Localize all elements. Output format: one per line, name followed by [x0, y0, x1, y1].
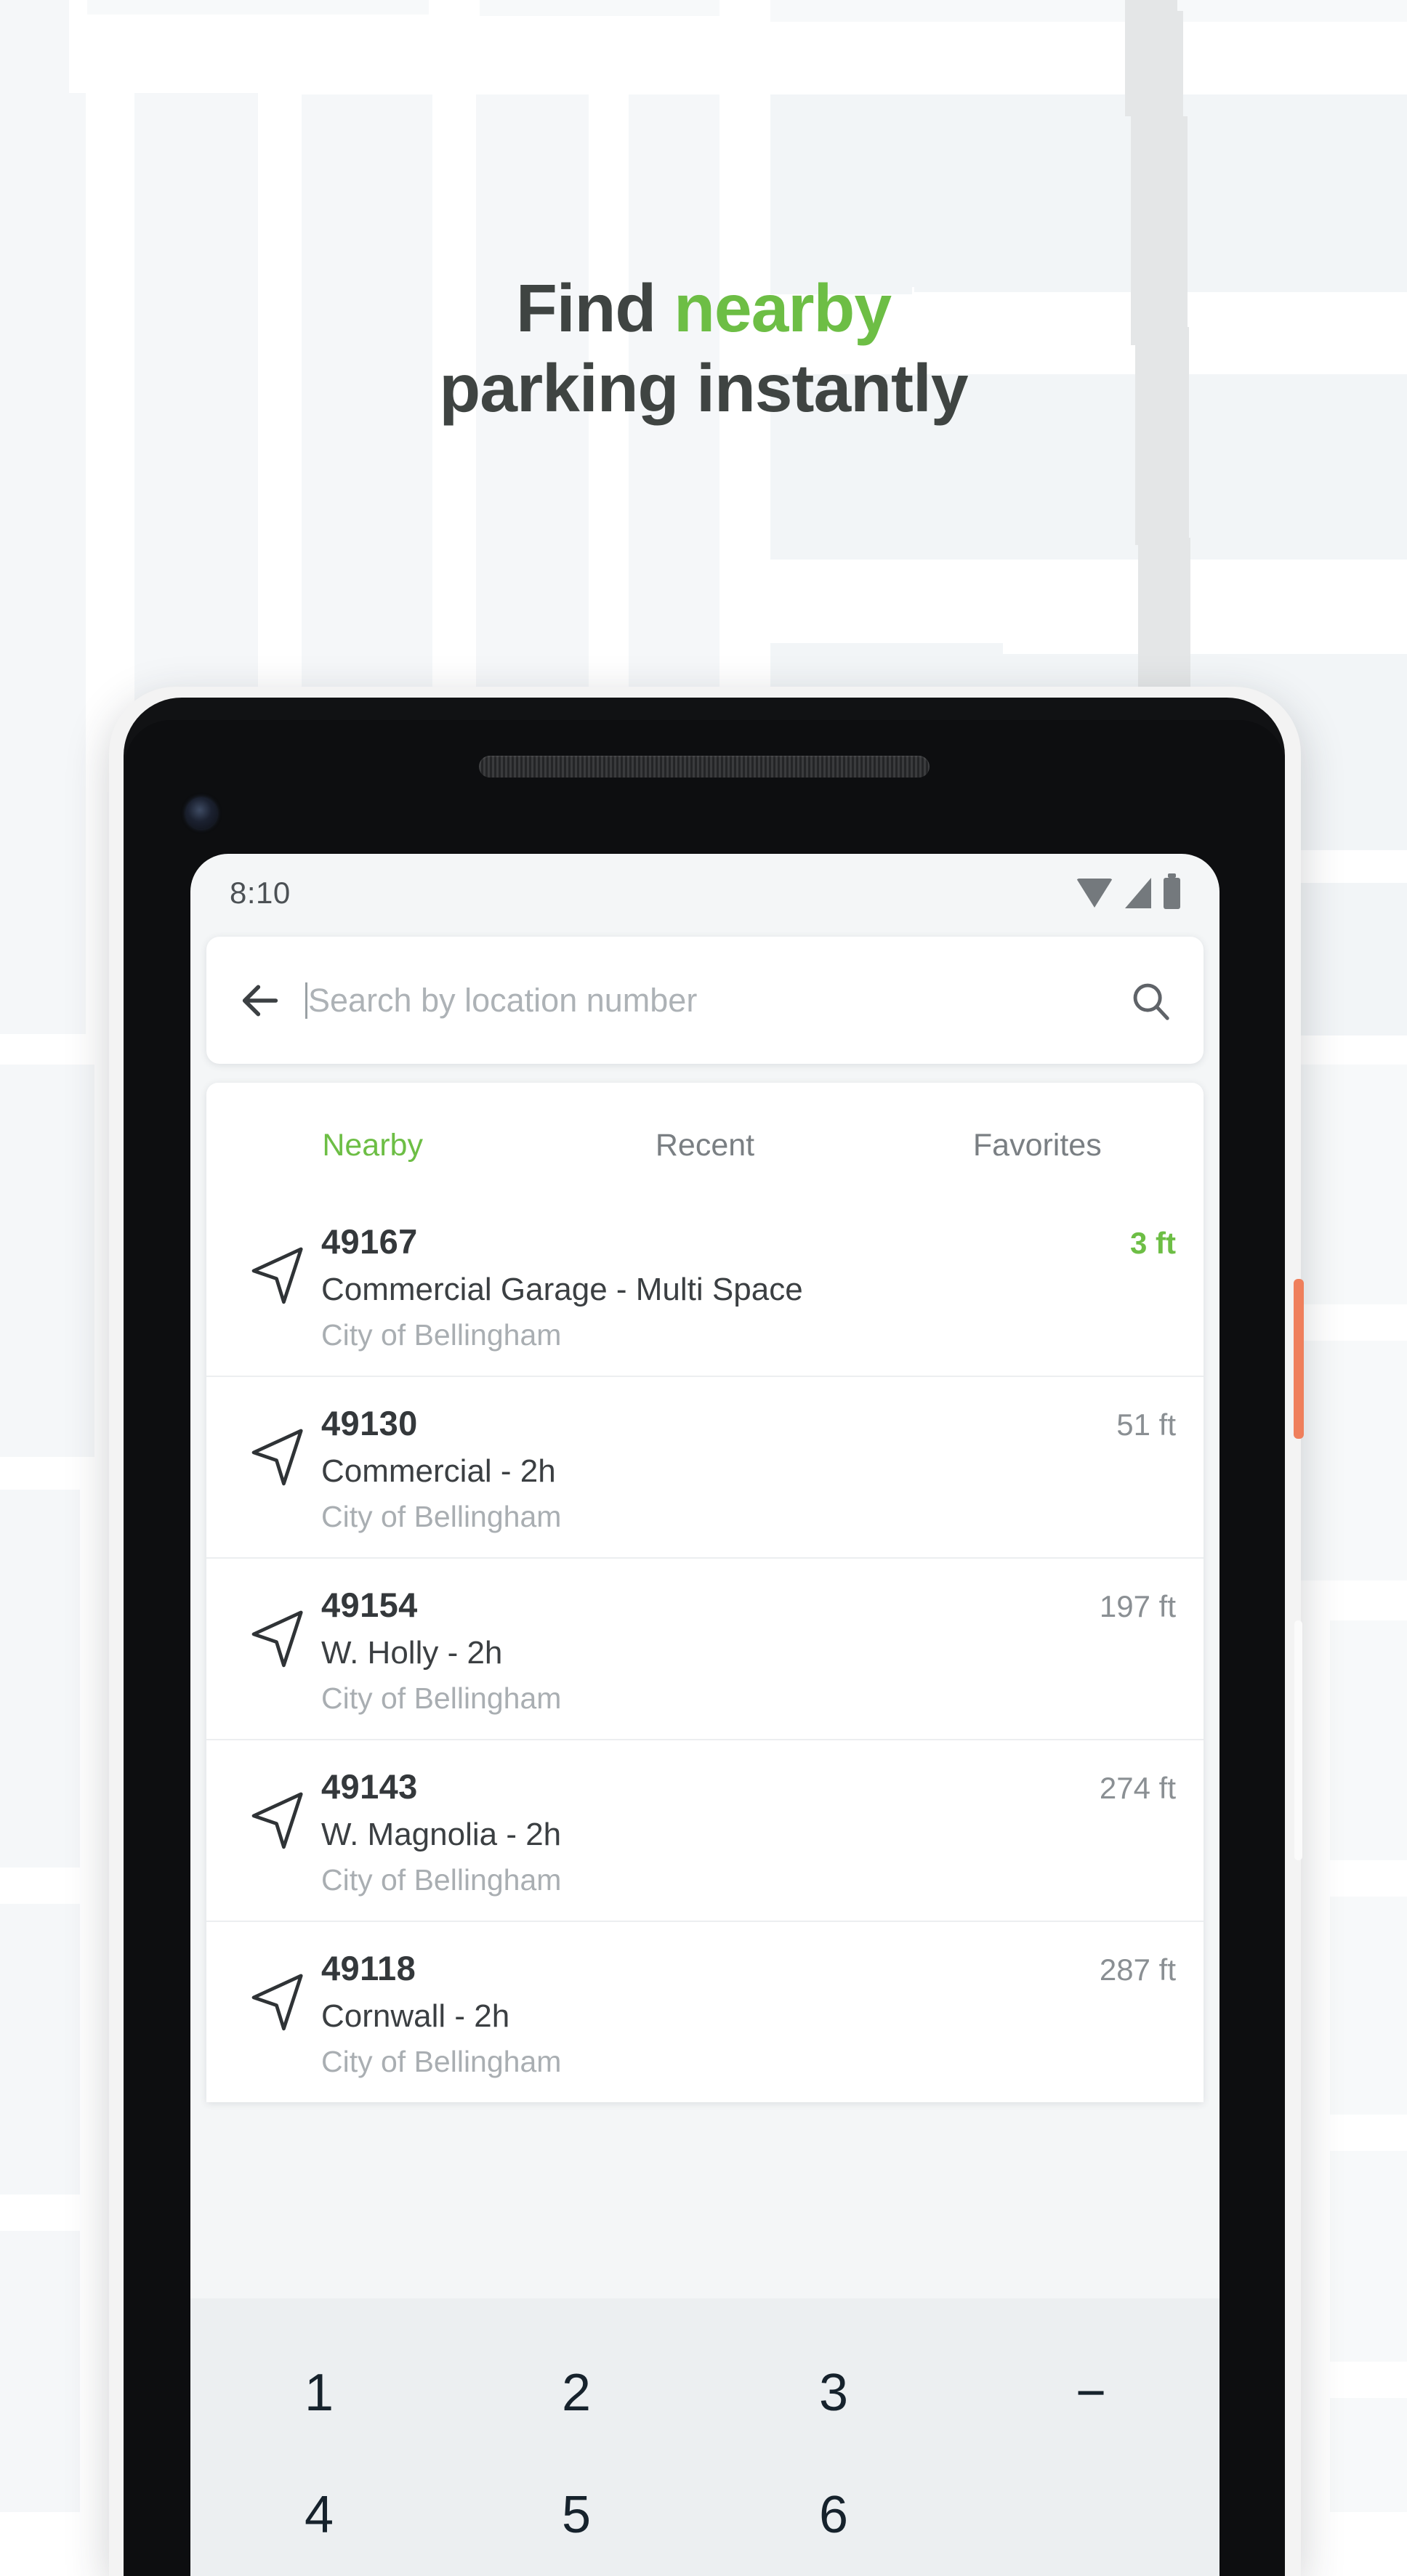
key-minus[interactable]: − [962, 2332, 1219, 2454]
navigation-arrow-icon [251, 1247, 303, 1304]
map-block [480, 0, 719, 16]
distance-label: 3 ft [1130, 1226, 1176, 1260]
row-navigation-icon [234, 1765, 321, 1854]
navigation-arrow-icon [251, 1792, 303, 1849]
row-navigation-icon [234, 1947, 321, 2035]
distance-label: 51 ft [1116, 1408, 1176, 1442]
battery-icon [1164, 873, 1180, 909]
earpiece-speaker-icon [479, 756, 930, 778]
map-block [1330, 1620, 1407, 1860]
table-row[interactable]: 49130 Commercial - 2h City of Bellingham 51… [206, 1376, 1204, 1557]
status-time: 8:10 [230, 876, 291, 910]
row-content: 49118 Cornwall - 2h City of Bellingham [321, 1947, 1100, 2079]
location-number: 49143 [321, 1767, 418, 1806]
location-description: Cornwall - 2h [321, 1998, 510, 2034]
status-icons [1076, 873, 1180, 909]
map-block [770, 0, 1407, 22]
location-operator: City of Bellingham [321, 1500, 562, 1533]
location-operator: City of Bellingham [321, 1681, 562, 1715]
tab-favorites-label: Favorites [972, 1128, 1102, 1163]
results-list: 49167 Commercial Garage - Multi Space City… [206, 1195, 1204, 2102]
headline-line-1: Find nearby [0, 269, 1407, 349]
navigation-arrow-icon [251, 1974, 303, 2031]
key-4[interactable]: 4 [190, 2454, 448, 2576]
key-5[interactable]: 5 [448, 2454, 705, 2576]
tab-bar: Nearby Recent Favorites [206, 1083, 1204, 1195]
row-content: 49167 Commercial Garage - Multi Space City… [321, 1220, 1130, 1352]
distance-label: 274 ft [1099, 1771, 1176, 1805]
headline-line-2: parking instantly [439, 350, 968, 426]
map-block [0, 1490, 80, 1868]
key-2[interactable]: 2 [448, 2332, 705, 2454]
key-1[interactable]: 1 [190, 2332, 448, 2454]
tab-recent[interactable]: Recent [539, 1083, 871, 1195]
location-number: 49118 [321, 1949, 416, 1987]
row-content: 49130 Commercial - 2h City of Bellingham [321, 1402, 1116, 1534]
location-operator: City of Bellingham [321, 2045, 562, 2078]
tab-nearby-label: Nearby [322, 1128, 423, 1163]
navigation-arrow-icon [251, 1429, 303, 1486]
table-row[interactable]: 49154 W. Holly - 2h City of Bellingham 197 … [206, 1557, 1204, 1739]
tab-favorites[interactable]: Favorites [871, 1083, 1204, 1195]
distance-label: 197 ft [1099, 1589, 1176, 1623]
front-camera-icon [185, 797, 217, 829]
cell-signal-icon [1125, 878, 1151, 908]
page-headline: Find nearby parking instantly [0, 269, 1407, 428]
navigation-arrow-icon [251, 1610, 303, 1668]
phone-screen: 8:10 Search by location number Nearby Re… [190, 854, 1219, 2576]
tab-nearby[interactable]: Nearby [206, 1083, 539, 1195]
back-arrow-icon[interactable] [237, 977, 283, 1024]
table-row[interactable]: 49118 Cornwall - 2h City of Bellingham 287 … [206, 1921, 1204, 2102]
wifi-icon [1076, 879, 1113, 908]
key-6[interactable]: 6 [705, 2454, 962, 2576]
location-description: Commercial - 2h [321, 1453, 556, 1489]
map-block [1330, 1897, 1407, 2115]
search-icon[interactable] [1128, 978, 1173, 1023]
row-content: 49143 W. Magnolia - 2h City of Bellingham [321, 1765, 1100, 1897]
location-operator: City of Bellingham [321, 1318, 562, 1352]
search-placeholder: Search by location number [308, 981, 698, 1019]
distance-label: 287 ft [1099, 1953, 1176, 1987]
location-description: Commercial Garage - Multi Space [321, 1272, 803, 1307]
map-block [1330, 2398, 1407, 2512]
row-navigation-icon [234, 1220, 321, 1309]
status-bar: 8:10 [190, 854, 1219, 932]
map-block [0, 1904, 80, 2195]
keyboard-row: 456 [190, 2454, 1219, 2576]
location-number: 49130 [321, 1404, 418, 1442]
map-block [1330, 2151, 1407, 2362]
phone-mockup: 8:10 Search by location number Nearby Re… [109, 687, 1304, 2576]
row-content: 49154 W. Holly - 2h City of Bellingham [321, 1583, 1100, 1716]
power-button[interactable] [1294, 1279, 1304, 1439]
table-row[interactable]: 49143 W. Magnolia - 2h City of Bellingham 2… [206, 1739, 1204, 1921]
location-description: W. Holly - 2h [321, 1635, 503, 1671]
headline-accent: nearby [674, 270, 892, 346]
tab-recent-label: Recent [655, 1128, 755, 1163]
map-block [87, 0, 429, 15]
map-block [0, 0, 69, 98]
search-input[interactable]: Search by location number [305, 982, 1115, 1020]
location-operator: City of Bellingham [321, 1863, 562, 1897]
key-blank [962, 2454, 1219, 2576]
map-block [0, 2231, 80, 2512]
row-navigation-icon [234, 1402, 321, 1490]
table-row[interactable]: 49167 Commercial Garage - Multi Space City… [206, 1195, 1204, 1376]
row-navigation-icon [234, 1583, 321, 1672]
numeric-keyboard: 1 2 3−4 5 6 [190, 2298, 1219, 2576]
text-caret [305, 982, 307, 1019]
location-number: 49154 [321, 1586, 418, 1624]
key-3[interactable]: 3 [705, 2332, 962, 2454]
keyboard-row: 1 2 3− [190, 2332, 1219, 2454]
results-card: Nearby Recent Favorites 49167 Commercial … [206, 1083, 1204, 2102]
volume-button[interactable] [1294, 1620, 1302, 1860]
headline-plain: Find [515, 270, 674, 346]
location-description: W. Magnolia - 2h [321, 1817, 562, 1852]
search-bar[interactable]: Search by location number [206, 937, 1204, 1064]
location-number: 49167 [321, 1222, 418, 1261]
map-block [0, 1065, 94, 1457]
map-block [0, 93, 86, 1034]
map-block [770, 94, 1407, 287]
